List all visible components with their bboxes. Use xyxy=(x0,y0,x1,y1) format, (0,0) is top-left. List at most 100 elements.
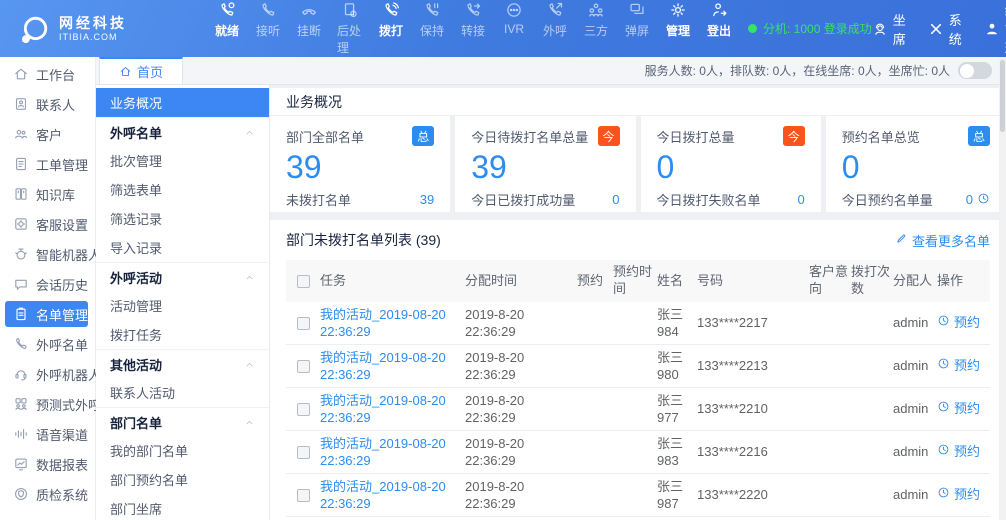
task-link[interactable]: 我的活动_2019-08-20 22:36:29 xyxy=(320,478,457,512)
caret-up-icon xyxy=(244,359,255,370)
submenu-item[interactable]: 活动管理 xyxy=(96,291,269,320)
toggle-knob xyxy=(960,64,974,78)
toolbar-button[interactable]: 转接 xyxy=(460,1,486,56)
submenu-item[interactable]: 其他活动 xyxy=(96,349,269,378)
stat-card-badge: 今 xyxy=(783,126,805,146)
toolbar-button-label: 弹屏 xyxy=(625,22,649,39)
top-header-bar: 网经科技 ITIBIA.COM 就绪 接听 挂断 xyxy=(0,0,1006,57)
stat-card-value: 39 xyxy=(471,151,619,183)
sidebar-item-label: 外呼名单 xyxy=(36,335,88,354)
sidebar-item[interactable]: 语音渠道 xyxy=(0,419,95,449)
header-menu-item[interactable]: 系统 xyxy=(928,10,962,48)
toolbar-button[interactable]: 后处理 xyxy=(337,1,363,56)
submenu-item[interactable]: 部门名单 xyxy=(96,407,269,436)
caret-up-icon xyxy=(244,127,255,138)
scrollbar-thumb[interactable] xyxy=(1000,60,1005,132)
submenu-item[interactable]: 拨打任务 xyxy=(96,320,269,349)
submenu-item[interactable]: 导入记录 xyxy=(96,233,269,262)
submenu-item[interactable]: 我的部门名单 xyxy=(96,436,269,465)
row-checkbox[interactable] xyxy=(297,317,310,330)
stat-card: 今日待拨打名单总量 今 39 今日已拨打成功量 0 xyxy=(455,116,635,212)
reserve-action-link[interactable]: 预约 xyxy=(937,400,990,417)
submenu-item-label: 筛选记录 xyxy=(110,209,162,228)
row-checkbox[interactable] xyxy=(297,403,310,416)
tab-home[interactable]: 首页 xyxy=(99,57,183,84)
sidebar-item[interactable]: 外呼名单 xyxy=(0,329,95,359)
stat-card-title: 部门全部名单 xyxy=(286,127,364,146)
row-checkbox[interactable] xyxy=(297,446,310,459)
toolbar-button[interactable]: 管理 xyxy=(665,1,691,56)
toolbar-button[interactable]: 外呼 xyxy=(542,1,568,56)
pending-list-panel: 部门未拨打名单列表 (39) 查看更多名单 任务 分配时间 预约 预约时间 xyxy=(270,220,1006,520)
sidebar-item[interactable]: 质检系统 xyxy=(0,479,95,509)
sidebar-item-label: 智能机器人 xyxy=(36,245,101,264)
toolbar-button[interactable]: 三方 xyxy=(583,1,609,56)
sidebar-item-label: 预测式外呼 xyxy=(36,395,101,414)
task-link[interactable]: 我的活动_2019-08-20 22:36:29 xyxy=(320,306,457,340)
toolbar-button[interactable]: IVR xyxy=(501,1,527,56)
cell-phone: 133****2213 xyxy=(697,357,809,374)
table-row: 我的活动_2019-08-20 22:36:29 2019-8-20 22:36… xyxy=(286,431,990,474)
knowledge-icon xyxy=(13,186,29,202)
clock-icon xyxy=(937,400,950,417)
predictive-icon xyxy=(13,396,29,412)
toolbar-button[interactable]: 拨打 xyxy=(378,1,404,56)
agents-toggle[interactable] xyxy=(958,62,992,79)
toolbar-button[interactable]: 保持 xyxy=(419,1,445,56)
toolbar-button-label: 管理 xyxy=(666,22,690,39)
col-reserve: 预约 xyxy=(577,273,613,290)
toolbar-button[interactable]: 接听 xyxy=(255,1,281,56)
submenu-item[interactable]: 批次管理 xyxy=(96,146,269,175)
sidebar-item[interactable]: 联系人 xyxy=(0,89,95,119)
answer-icon xyxy=(259,1,277,19)
page-scrollbar[interactable] xyxy=(999,57,1006,520)
stat-card-title: 今日拨打总量 xyxy=(657,127,735,146)
table-row: 我的活动_2019-08-20 22:36:29 2019-8-20 22:36… xyxy=(286,302,990,345)
sidebar-item[interactable]: 智能机器人 xyxy=(0,239,95,269)
submenu-item[interactable]: 筛选记录 xyxy=(96,204,269,233)
sidebar-item[interactable]: 客户 xyxy=(0,119,95,149)
outbound-robot-icon xyxy=(13,366,29,382)
submenu-item-label: 部门坐席 xyxy=(110,499,162,518)
submenu-item[interactable]: 筛选表单 xyxy=(96,175,269,204)
submenu-item[interactable]: 部门预约名单 xyxy=(96,465,269,494)
submenu-item[interactable]: 外呼活动 xyxy=(96,262,269,291)
reserve-action-link[interactable]: 预约 xyxy=(937,486,990,503)
reserve-action-link[interactable]: 预约 xyxy=(937,314,990,331)
submenu-item[interactable]: 外呼名单 xyxy=(96,117,269,146)
toolbar-button-label: 三方 xyxy=(584,22,608,39)
sidebar-item-label: 会话历史 xyxy=(36,275,88,294)
col-intent: 客户意向 xyxy=(809,264,851,298)
cell-phone: 133****2220 xyxy=(697,486,809,503)
toolbar-button[interactable]: 挂断 xyxy=(296,1,322,56)
sidebar-item[interactable]: 客服设置 xyxy=(0,209,95,239)
sidebar-item[interactable]: 会话历史 xyxy=(0,269,95,299)
sidebar-item[interactable]: 外呼机器人 xyxy=(0,359,95,389)
task-link[interactable]: 我的活动_2019-08-20 22:36:29 xyxy=(320,392,457,426)
submenu-item[interactable]: 业务概况 xyxy=(96,88,269,117)
toolbar-button[interactable]: 就绪 xyxy=(214,1,240,56)
reserve-action-link[interactable]: 预约 xyxy=(937,443,990,460)
sidebar-item[interactable]: 工单管理 xyxy=(0,149,95,179)
agent-stats-text: 服务人数: 0人，排队数: 0人，在线坐席: 0人，坐席忙: 0人 xyxy=(645,62,950,79)
app-window: 网经科技 ITIBIA.COM 就绪 接听 挂断 xyxy=(0,0,1006,520)
sidebar-item[interactable]: 数据报表 xyxy=(0,449,95,479)
sidebar-item[interactable]: 预测式外呼 xyxy=(0,389,95,419)
submenu-item[interactable]: 联系人活动 xyxy=(96,378,269,407)
sidebar-item[interactable]: 工作台 xyxy=(0,59,95,89)
toolbar-button-label: 接听 xyxy=(256,22,280,39)
sidebar-item[interactable]: 知识库 xyxy=(0,179,95,209)
task-link[interactable]: 我的活动_2019-08-20 22:36:29 xyxy=(320,435,457,469)
row-checkbox[interactable] xyxy=(297,360,310,373)
toolbar-button[interactable]: 弹屏 xyxy=(624,1,650,56)
toolbar-button[interactable]: 登出 xyxy=(706,1,732,56)
stat-card-footer-value: 0 xyxy=(612,192,619,207)
row-checkbox[interactable] xyxy=(297,489,310,502)
header-menu-item[interactable]: 坐席 xyxy=(872,10,906,48)
task-link[interactable]: 我的活动_2019-08-20 22:36:29 xyxy=(320,349,457,383)
view-more-link[interactable]: 查看更多名单 xyxy=(895,231,990,250)
reserve-action-link[interactable]: 预约 xyxy=(937,357,990,374)
sidebar-item[interactable]: 名单管理 xyxy=(5,301,88,327)
select-all-checkbox[interactable] xyxy=(297,275,310,288)
submenu-item[interactable]: 部门坐席 xyxy=(96,494,269,520)
